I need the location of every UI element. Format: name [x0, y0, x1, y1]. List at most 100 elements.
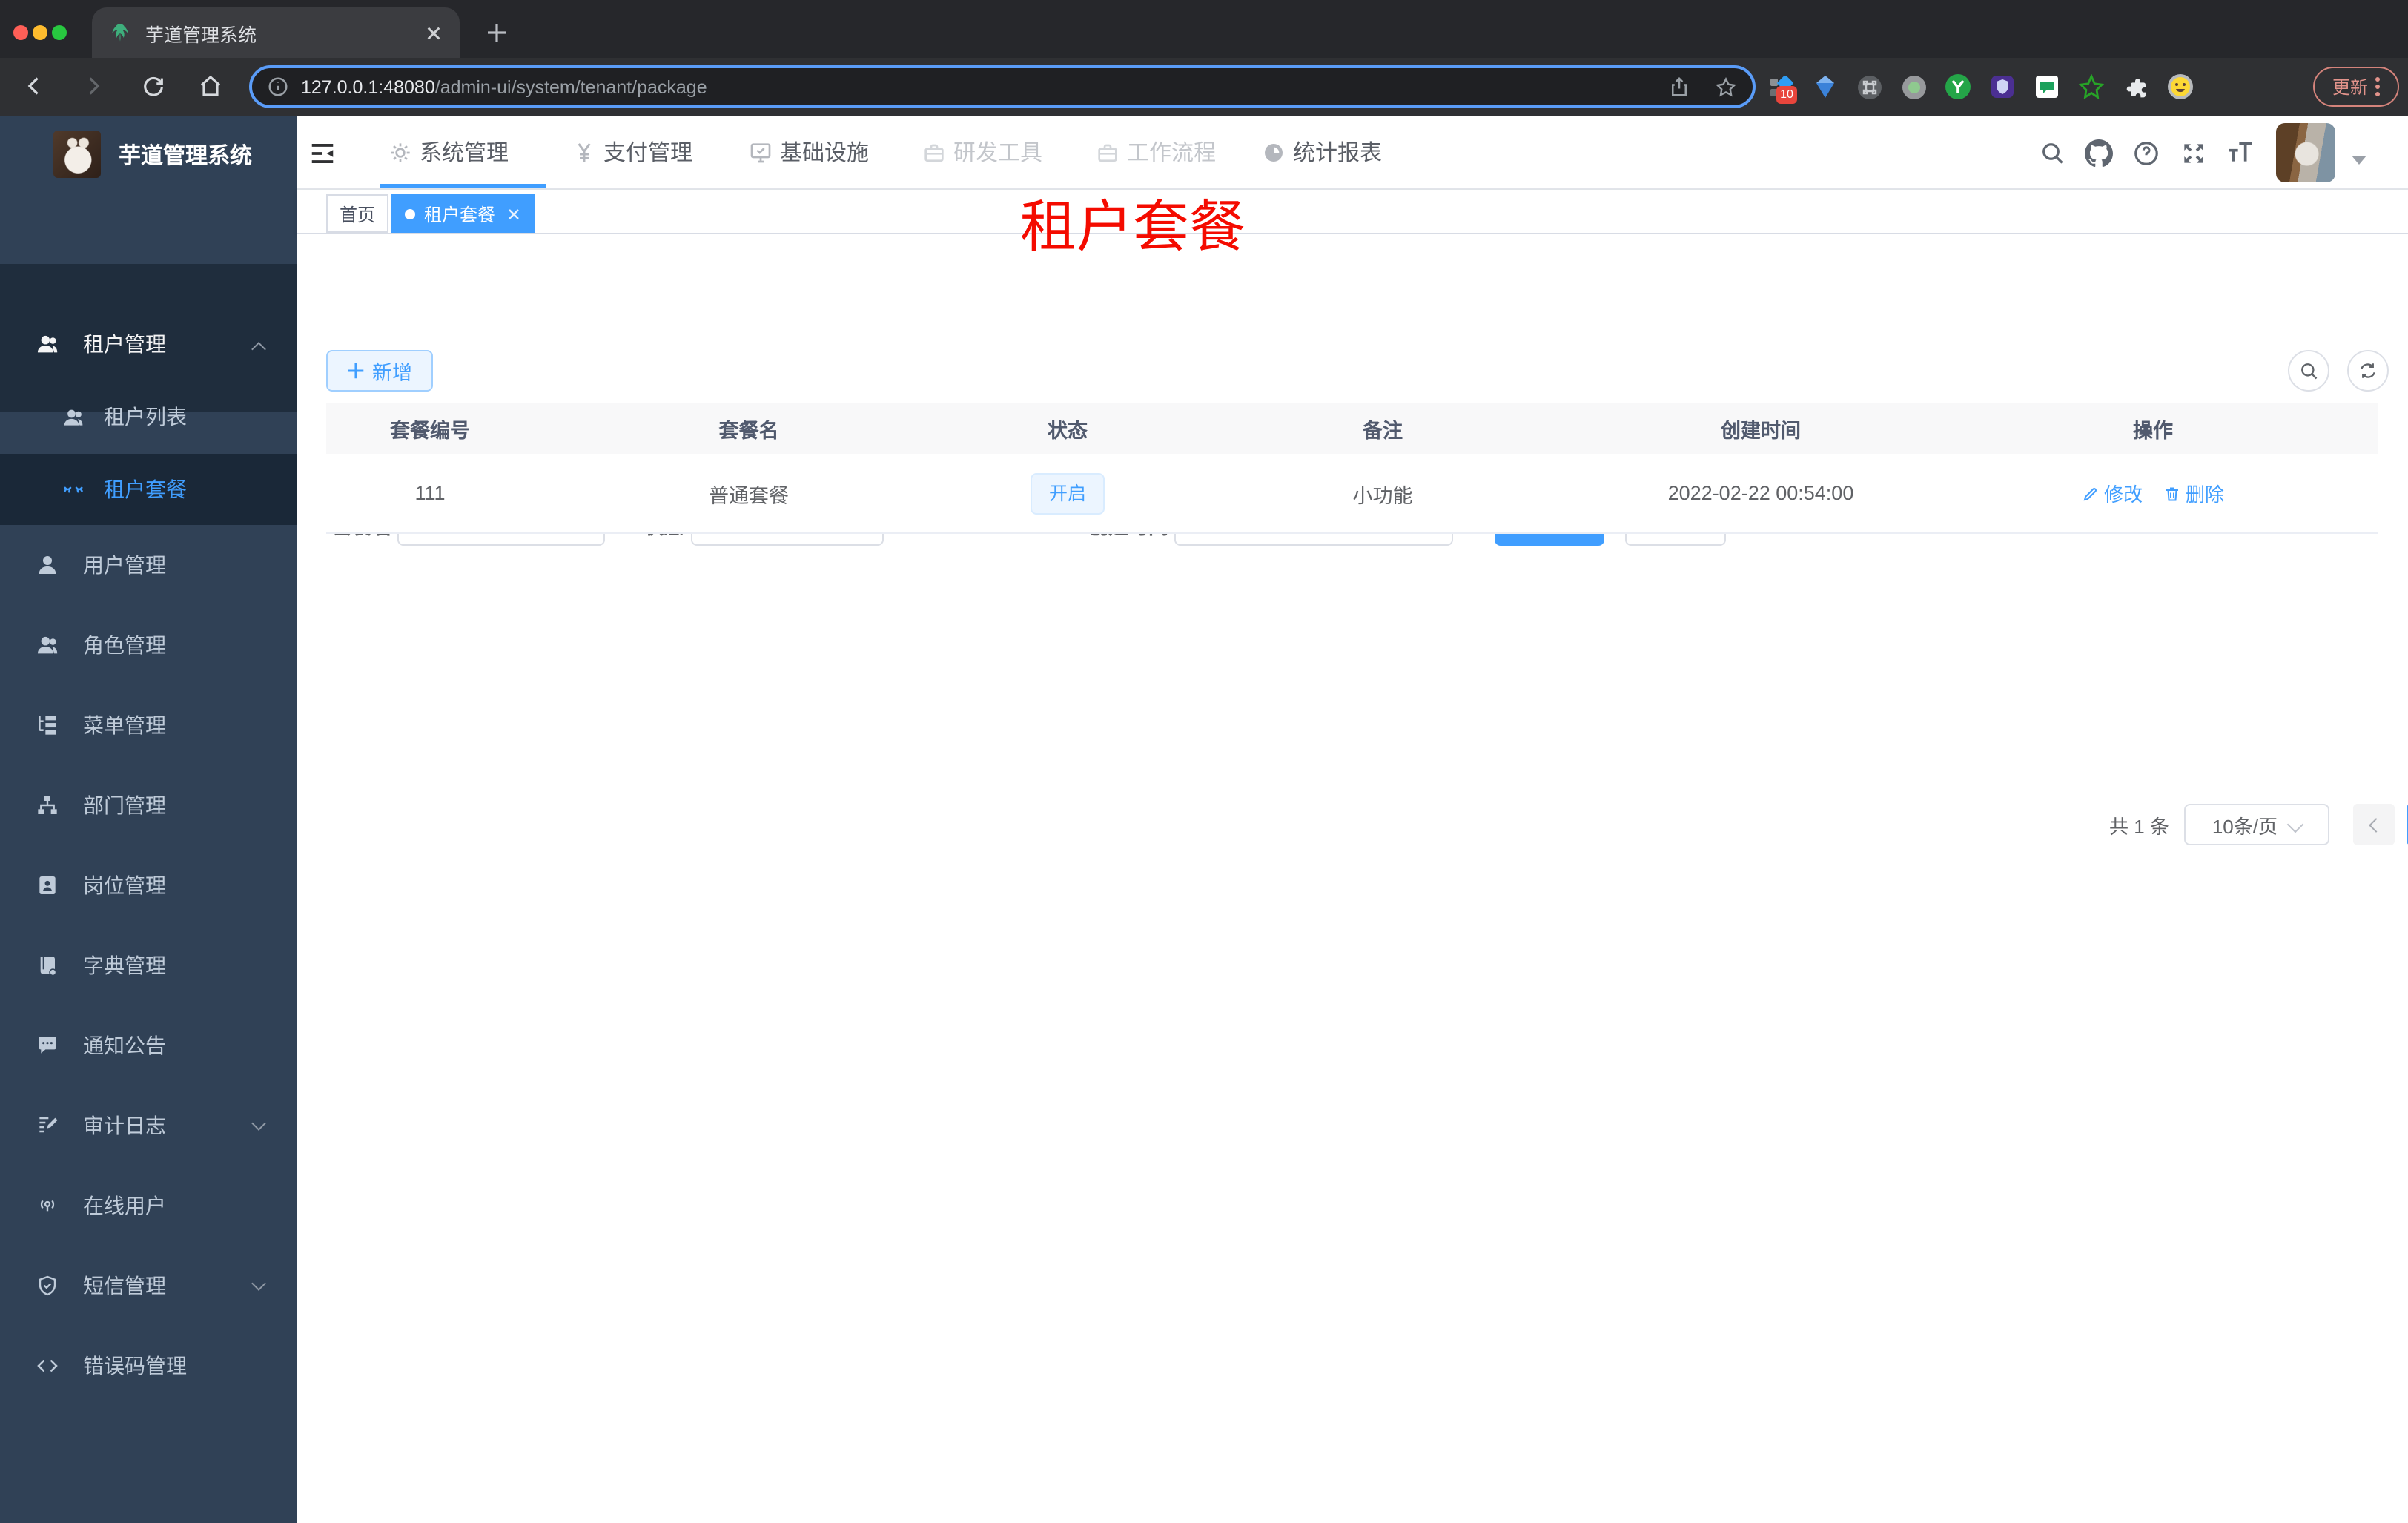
collapse-sidebar-icon[interactable] — [305, 136, 338, 169]
active-dot-icon — [405, 208, 415, 219]
sidebar-item-tenant-management[interactable]: 租户管理 — [0, 305, 297, 383]
cell-remark: 小功能 — [1352, 484, 1413, 506]
menu-tree-icon — [36, 713, 59, 737]
user-icon — [36, 553, 59, 577]
extension-emoji-icon[interactable] — [2168, 74, 2193, 99]
extension-y-icon[interactable] — [1945, 74, 1971, 99]
browser-address-bar: 127.0.0.1:48080/admin-ui/system/tenant/p… — [0, 58, 2408, 116]
add-button-label: 新增 — [372, 362, 412, 384]
tag-close-icon[interactable] — [506, 205, 522, 222]
sidebar-item-label: 租户套餐 — [104, 478, 187, 501]
font-size-icon[interactable] — [2224, 136, 2257, 169]
chevron-down-icon — [251, 1276, 266, 1291]
update-button[interactable]: 更新 — [2313, 67, 2399, 107]
sidebar-item-online-users[interactable]: 在线用户 — [0, 1166, 297, 1246]
url-bar[interactable]: 127.0.0.1:48080/admin-ui/system/tenant/p… — [249, 65, 1756, 108]
prev-page-button[interactable] — [2352, 804, 2395, 845]
extension-star-icon[interactable] — [2079, 74, 2104, 99]
topnav-item-workflow[interactable]: 工作流程 — [1096, 116, 1216, 188]
column-header: 套餐名 — [718, 420, 779, 442]
extension-command-icon[interactable] — [1856, 74, 1882, 99]
extension-shield-icon[interactable] — [1990, 74, 2015, 99]
window-minimize-button[interactable] — [33, 25, 47, 40]
topnav-item-label: 工作流程 — [1127, 141, 1217, 166]
dashboard-icon — [1262, 140, 1286, 164]
book-icon — [36, 954, 59, 977]
sidebar-item-user-management[interactable]: 用户管理 — [0, 525, 297, 605]
forward-icon[interactable] — [77, 70, 110, 102]
site-info-icon[interactable] — [267, 76, 289, 98]
sidebar-item-audit-log[interactable]: 审计日志 — [0, 1086, 297, 1166]
active-menu-underline — [380, 184, 546, 188]
bookmark-star-icon[interactable] — [1714, 75, 1738, 99]
sidebar-item-menu-management[interactable]: 菜单管理 — [0, 685, 297, 765]
pagination-total: 共 1 条 — [2109, 815, 2169, 837]
topnav-item-reports[interactable]: 统计报表 — [1262, 116, 1382, 188]
sidebar-item-role-management[interactable]: 角色管理 — [0, 605, 297, 685]
sidebar-item-post-management[interactable]: 岗位管理 — [0, 845, 297, 925]
tab-close-icon[interactable] — [426, 24, 442, 41]
table-row[interactable]: 111 普通套餐 开启 小功能 2022-02-22 00:54:00 修改 删… — [326, 454, 2378, 534]
toolbox-icon — [922, 140, 946, 164]
back-icon[interactable] — [18, 70, 50, 102]
search-icon[interactable] — [2036, 136, 2068, 169]
user-avatar[interactable] — [2276, 123, 2335, 182]
topnav-item-infrastructure[interactable]: 基础设施 — [749, 116, 869, 188]
sidebar-item-notice[interactable]: 通知公告 — [0, 1005, 297, 1086]
sidebar-item-tenant-package[interactable]: 租户套餐 — [0, 454, 297, 525]
new-tab-button[interactable] — [477, 13, 516, 52]
avatar-dropdown-caret-icon[interactable] — [2352, 156, 2366, 165]
sidebar-item-error-code[interactable]: 错误码管理 — [0, 1326, 297, 1406]
fullscreen-icon[interactable] — [2177, 136, 2209, 169]
browser-tab[interactable]: 芋道管理系统 — [92, 7, 460, 58]
sidebar-item-dict-management[interactable]: 字典管理 — [0, 925, 297, 1005]
refresh-table-button[interactable] — [2347, 350, 2389, 392]
delete-link[interactable]: 删除 — [2163, 479, 2224, 507]
tab-favicon-icon — [110, 22, 130, 43]
tags-view-bar: 首页 租户套餐 — [297, 190, 2408, 234]
extension-diamond-icon[interactable]: 10 — [1767, 74, 1797, 104]
sidebar-item-label: 短信管理 — [83, 1274, 166, 1298]
topnav-item-payment[interactable]: 支付管理 — [572, 116, 692, 188]
column-header: 套餐编号 — [390, 420, 470, 442]
url-path: /admin-ui/system/tenant/package — [434, 76, 707, 97]
toolbox-icon — [1096, 140, 1119, 164]
chevron-down-icon — [251, 1116, 266, 1131]
share-icon[interactable] — [1668, 76, 1690, 98]
pagination: 共 1 条 10条/页 1 前往 页 — [297, 804, 2408, 845]
edit-link[interactable]: 修改 — [2082, 479, 2143, 507]
tag-home[interactable]: 首页 — [326, 194, 389, 233]
extension-puzzle-icon[interactable] — [2123, 74, 2149, 99]
note-edit-icon — [36, 1114, 59, 1137]
toggle-search-button[interactable] — [2288, 350, 2329, 392]
home-icon[interactable] — [194, 70, 227, 102]
column-header: 备注 — [1363, 420, 1403, 442]
message-icon — [36, 1034, 59, 1057]
sidebar-item-label: 通知公告 — [83, 1034, 166, 1057]
chevron-up-icon — [251, 342, 266, 357]
column-header: 创建时间 — [1721, 420, 1801, 442]
extension-gem-icon[interactable] — [1812, 74, 1837, 99]
add-button[interactable]: 新增 — [326, 350, 433, 392]
logo[interactable]: 芋道管理系统 — [0, 116, 297, 193]
topnav-item-dev-tools[interactable]: 研发工具 — [922, 116, 1042, 188]
table-header-row: 套餐编号 套餐名 状态 备注 创建时间 操作 — [326, 403, 2378, 454]
tag-tenant-package[interactable]: 租户套餐 — [391, 194, 536, 233]
sidebar-item-sms-management[interactable]: 短信管理 — [0, 1246, 297, 1326]
extension-circle-icon[interactable] — [1901, 74, 1926, 99]
chevron-down-icon — [2286, 816, 2304, 833]
help-icon[interactable] — [2129, 136, 2162, 169]
sidebar-item-tenant-list[interactable]: 租户列表 — [0, 383, 297, 451]
top-navbar: 系统管理 支付管理 基础设施 研发工具 工作流程 统计报表 — [297, 116, 2408, 190]
screen: 芋道管理系统 127.0.0.1:48080/admin-ui/system/t… — [0, 0, 2408, 1523]
topnav-item-label: 研发工具 — [953, 141, 1043, 166]
window-zoom-button[interactable] — [52, 25, 67, 40]
extension-chat-icon[interactable] — [2034, 74, 2060, 99]
page-size-select[interactable]: 10条/页 — [2183, 804, 2329, 845]
browser-menu-icon[interactable] — [2375, 77, 2380, 96]
sidebar-item-department-management[interactable]: 部门管理 — [0, 765, 297, 845]
topnav-item-system[interactable]: 系统管理 — [388, 116, 509, 188]
reload-icon[interactable] — [136, 70, 169, 102]
github-icon[interactable] — [2082, 136, 2114, 169]
window-close-button[interactable] — [13, 25, 28, 40]
